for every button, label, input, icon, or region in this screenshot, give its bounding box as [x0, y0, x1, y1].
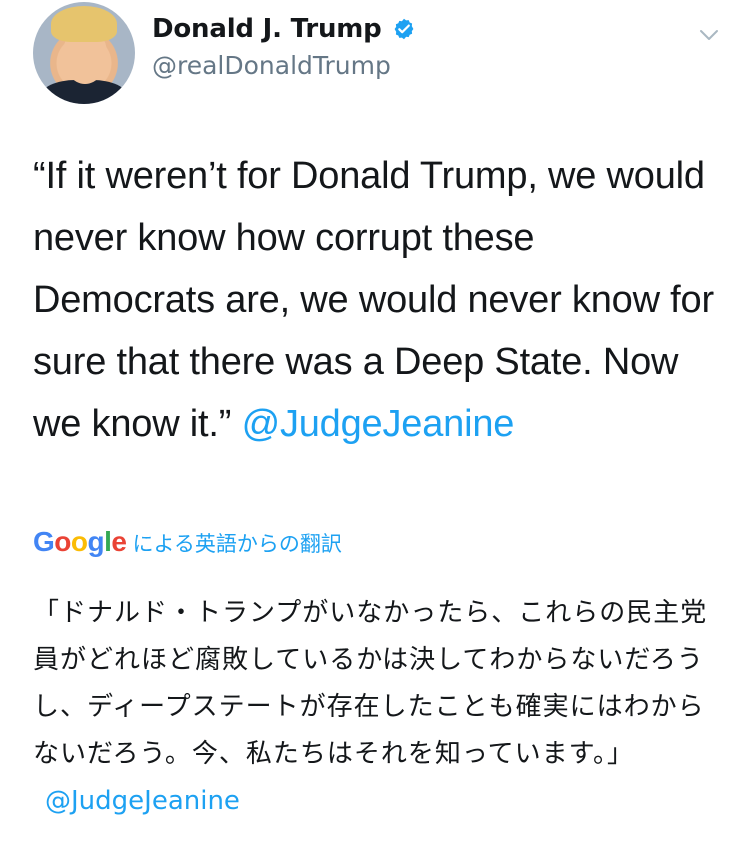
author-handle[interactable]: @realDonaldTrump: [152, 50, 391, 82]
translated-tweet-body: 「ドナルド・トランプがいなかったら、これらの民主党員がどれほど腐敗しているかは決…: [33, 590, 723, 825]
author-name-row[interactable]: Donald J. Trump: [152, 12, 416, 46]
chevron-down-icon[interactable]: [696, 22, 722, 48]
translated-text: 「ドナルド・トランプがいなかったら、これらの民主党員がどれほど腐敗しているかは決…: [33, 598, 708, 769]
translation-label[interactable]: による英語からの翻訳: [132, 530, 341, 558]
translated-mention-link[interactable]: @JudgeJeanine: [45, 786, 240, 816]
tweet-header: Donald J. Trump @realDonaldTrump: [0, 0, 750, 110]
tweet-body: “If it weren’t for Donald Trump, we woul…: [33, 145, 723, 455]
author-name[interactable]: Donald J. Trump: [152, 12, 382, 46]
google-logo: Google: [33, 526, 127, 557]
profile-avatar[interactable]: [33, 2, 135, 104]
tweet-mention-link[interactable]: @JudgeJeanine: [242, 403, 515, 445]
avatar-hair: [51, 6, 117, 42]
verified-badge-icon: [392, 17, 416, 41]
translation-attribution[interactable]: Google による英語からの翻訳: [33, 525, 342, 559]
tweet-text: “If it weren’t for Donald Trump, we woul…: [33, 155, 714, 445]
